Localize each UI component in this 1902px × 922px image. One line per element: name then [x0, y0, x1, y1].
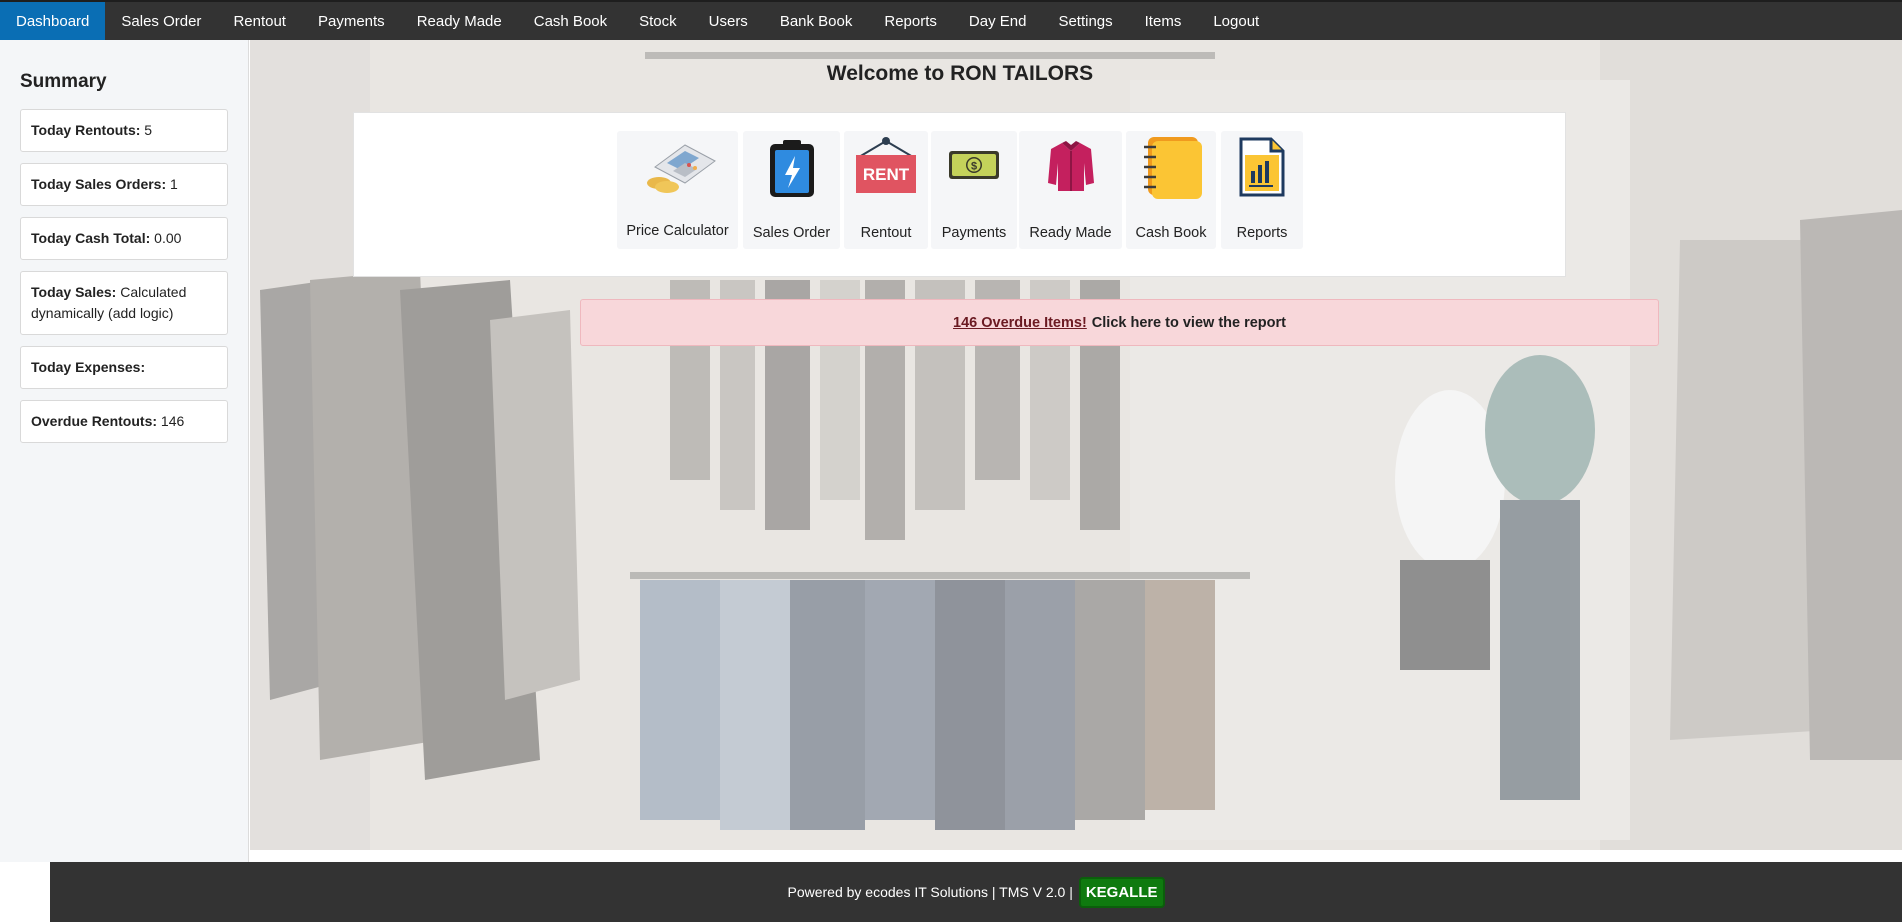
- card-label: Today Sales:: [31, 284, 117, 300]
- nav-sales-order[interactable]: Sales Order: [105, 2, 217, 40]
- footer: Powered by ecodes IT Solutions | TMS V 2…: [50, 862, 1902, 922]
- nav-payments[interactable]: Payments: [302, 2, 401, 40]
- footer-text: Powered by ecodes IT Solutions | TMS V 2…: [787, 884, 1073, 900]
- report-chart-icon: [1239, 137, 1285, 197]
- tile-label: Cash Book: [1135, 225, 1207, 241]
- summary-card-overdue: Overdue Rentouts: 146: [20, 400, 228, 443]
- nav-bank-book[interactable]: Bank Book: [764, 2, 869, 40]
- dollar-bill-icon: $: [949, 151, 999, 179]
- branch-badge: KEGALLE: [1078, 876, 1165, 908]
- rent-sign-text: RENT: [863, 165, 910, 184]
- tile-ready-made[interactable]: Ready Made: [1019, 131, 1122, 249]
- calculator-icon: [647, 144, 716, 193]
- summary-card-sales-orders: Today Sales Orders: 1: [20, 163, 228, 206]
- rent-sign-icon: RENT: [856, 137, 916, 193]
- nav-users[interactable]: Users: [693, 2, 764, 40]
- summary-card-expenses: Today Expenses:: [20, 346, 228, 389]
- clipboard-bolt-icon: [770, 140, 814, 197]
- tile-label: Payments: [941, 225, 1007, 241]
- overdue-items-link[interactable]: 146 Overdue Items!: [953, 315, 1087, 331]
- card-label: Today Cash Total:: [31, 230, 151, 246]
- card-label: Today Expenses:: [31, 359, 146, 375]
- summary-card-sales: Today Sales: Calculated dynamically (add…: [20, 271, 228, 335]
- nav-rentout[interactable]: Rentout: [217, 2, 302, 40]
- quick-access-panel: Price Calculator Sales Order RENT Rentou…: [353, 112, 1566, 277]
- tile-label: Reports: [1236, 225, 1288, 241]
- top-nav: Dashboard Sales Order Rentout Payments R…: [0, 0, 1902, 40]
- nav-day-end[interactable]: Day End: [953, 2, 1043, 40]
- notebook-icon: [1144, 137, 1202, 199]
- welcome-heading: Welcome to RON TAILORS: [826, 62, 1094, 85]
- tile-rentout[interactable]: RENT Rentout: [844, 131, 928, 249]
- overdue-alert[interactable]: 146 Overdue Items! Click here to view th…: [580, 299, 1659, 346]
- tile-label: Price Calculator: [626, 223, 729, 239]
- tile-payments[interactable]: $ Payments: [931, 131, 1017, 249]
- tile-label: Ready Made: [1029, 225, 1112, 241]
- card-value: 1: [170, 176, 178, 192]
- nav-reports[interactable]: Reports: [868, 2, 953, 40]
- jacket-icon: [1048, 141, 1094, 191]
- card-label: Today Rentouts:: [31, 122, 141, 138]
- tile-sales-order[interactable]: Sales Order: [743, 131, 840, 249]
- summary-title: Summary: [20, 71, 107, 92]
- card-value: 146: [160, 413, 185, 429]
- nav-stock[interactable]: Stock: [623, 2, 693, 40]
- nav-cash-book[interactable]: Cash Book: [518, 2, 623, 40]
- card-label: Today Sales Orders:: [31, 176, 167, 192]
- tile-reports[interactable]: Reports: [1221, 131, 1303, 249]
- tile-label: Rentout: [860, 225, 912, 241]
- card-value: 5: [144, 122, 153, 138]
- tile-label: Sales Order: [752, 225, 831, 241]
- overdue-alert-message: Click here to view the report: [1091, 314, 1286, 331]
- nav-settings[interactable]: Settings: [1042, 2, 1128, 40]
- summary-card-rentouts: Today Rentouts: 5: [20, 109, 228, 152]
- card-label: Overdue Rentouts:: [31, 413, 158, 429]
- svg-text:$: $: [971, 161, 977, 173]
- nav-logout[interactable]: Logout: [1197, 2, 1275, 40]
- summary-sidebar: Summary Today Rentouts: 5 Today Sales Or…: [0, 40, 249, 862]
- summary-card-cash-total: Today Cash Total: 0.00: [20, 217, 228, 260]
- tile-price-calculator[interactable]: Price Calculator: [617, 131, 738, 249]
- card-value: 0.00: [154, 230, 182, 246]
- tile-cash-book[interactable]: Cash Book: [1126, 131, 1216, 249]
- nav-dashboard[interactable]: Dashboard: [0, 2, 106, 40]
- nav-ready-made[interactable]: Ready Made: [401, 2, 518, 40]
- nav-items[interactable]: Items: [1129, 2, 1198, 40]
